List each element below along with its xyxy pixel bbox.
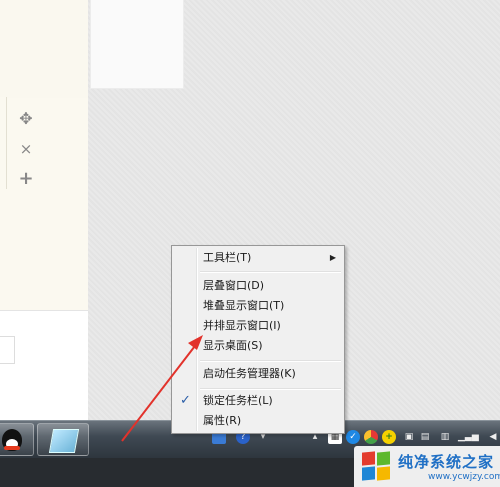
signal-icon[interactable]: ▁▃▅ xyxy=(458,430,479,444)
menu-item-show-desktop[interactable]: 显示桌面(S) xyxy=(172,336,344,356)
blank-card xyxy=(90,0,184,89)
shield-icon[interactable]: ✓ xyxy=(346,430,360,444)
menu-item-label: 堆叠显示窗口(T) xyxy=(203,299,285,312)
move-icon[interactable]: ✥ xyxy=(17,110,35,128)
menu-item-label: 属性(R) xyxy=(203,414,242,427)
menu-item-toolbars[interactable]: 工具栏(T) ▶ xyxy=(172,248,344,268)
watermark-logo: 纯净系统之家 www.ycwjzy.com xyxy=(354,446,500,487)
device-icon[interactable]: ▥ xyxy=(438,430,452,444)
app-window xyxy=(0,0,88,421)
volume-icon[interactable]: ◀ xyxy=(486,430,500,444)
menu-item-label: 并排显示窗口(I) xyxy=(203,319,281,332)
taskbar-button-qq[interactable] xyxy=(0,423,34,456)
taskbar-context-menu: 工具栏(T) ▶ 层叠窗口(D) 堆叠显示窗口(T) 并排显示窗口(I) 显示桌… xyxy=(171,245,345,434)
menu-item-lock-taskbar[interactable]: ✓ 锁定任务栏(L) xyxy=(172,391,344,411)
menu-item-stacked[interactable]: 堆叠显示窗口(T) xyxy=(172,296,344,316)
menu-separator xyxy=(200,388,341,390)
qq-icon xyxy=(2,429,22,451)
menu-item-label: 显示桌面(S) xyxy=(203,339,263,352)
add-icon[interactable]: + xyxy=(17,170,35,188)
menu-item-label: 锁定任务栏(L) xyxy=(203,394,273,407)
submenu-arrow-icon: ▶ xyxy=(329,253,336,262)
watermark-title: 纯净系统之家 xyxy=(398,453,495,471)
menu-item-properties[interactable]: 属性(R) xyxy=(172,411,344,431)
menu-item-cascade[interactable]: 层叠窗口(D) xyxy=(172,276,344,296)
close-icon[interactable]: × xyxy=(17,140,35,158)
windows-logo-icon xyxy=(362,451,392,482)
network-icon[interactable]: ▣ xyxy=(402,430,416,444)
taskbar-button-app[interactable] xyxy=(37,423,89,456)
window-bottom-panel xyxy=(0,310,88,421)
watermark-url: www.ycwjzy.com xyxy=(428,472,500,482)
menu-item-label: 工具栏(T) xyxy=(203,251,252,264)
battery-icon[interactable]: ▤ xyxy=(418,430,432,444)
app-window-icon xyxy=(48,429,80,453)
text-input[interactable] xyxy=(0,336,15,364)
chrome-icon[interactable] xyxy=(364,430,378,444)
menu-item-task-manager[interactable]: 启动任务管理器(K) xyxy=(172,364,344,384)
menu-item-label: 启动任务管理器(K) xyxy=(203,367,296,380)
menu-separator xyxy=(200,271,341,273)
menu-separator xyxy=(200,360,341,362)
plus-badge-icon[interactable]: + xyxy=(382,430,396,444)
menu-item-side-by-side[interactable]: 并排显示窗口(I) xyxy=(172,316,344,336)
check-icon: ✓ xyxy=(180,393,191,408)
window-edge xyxy=(0,97,7,189)
menu-item-label: 层叠窗口(D) xyxy=(203,279,265,292)
window-header-area xyxy=(0,0,88,98)
